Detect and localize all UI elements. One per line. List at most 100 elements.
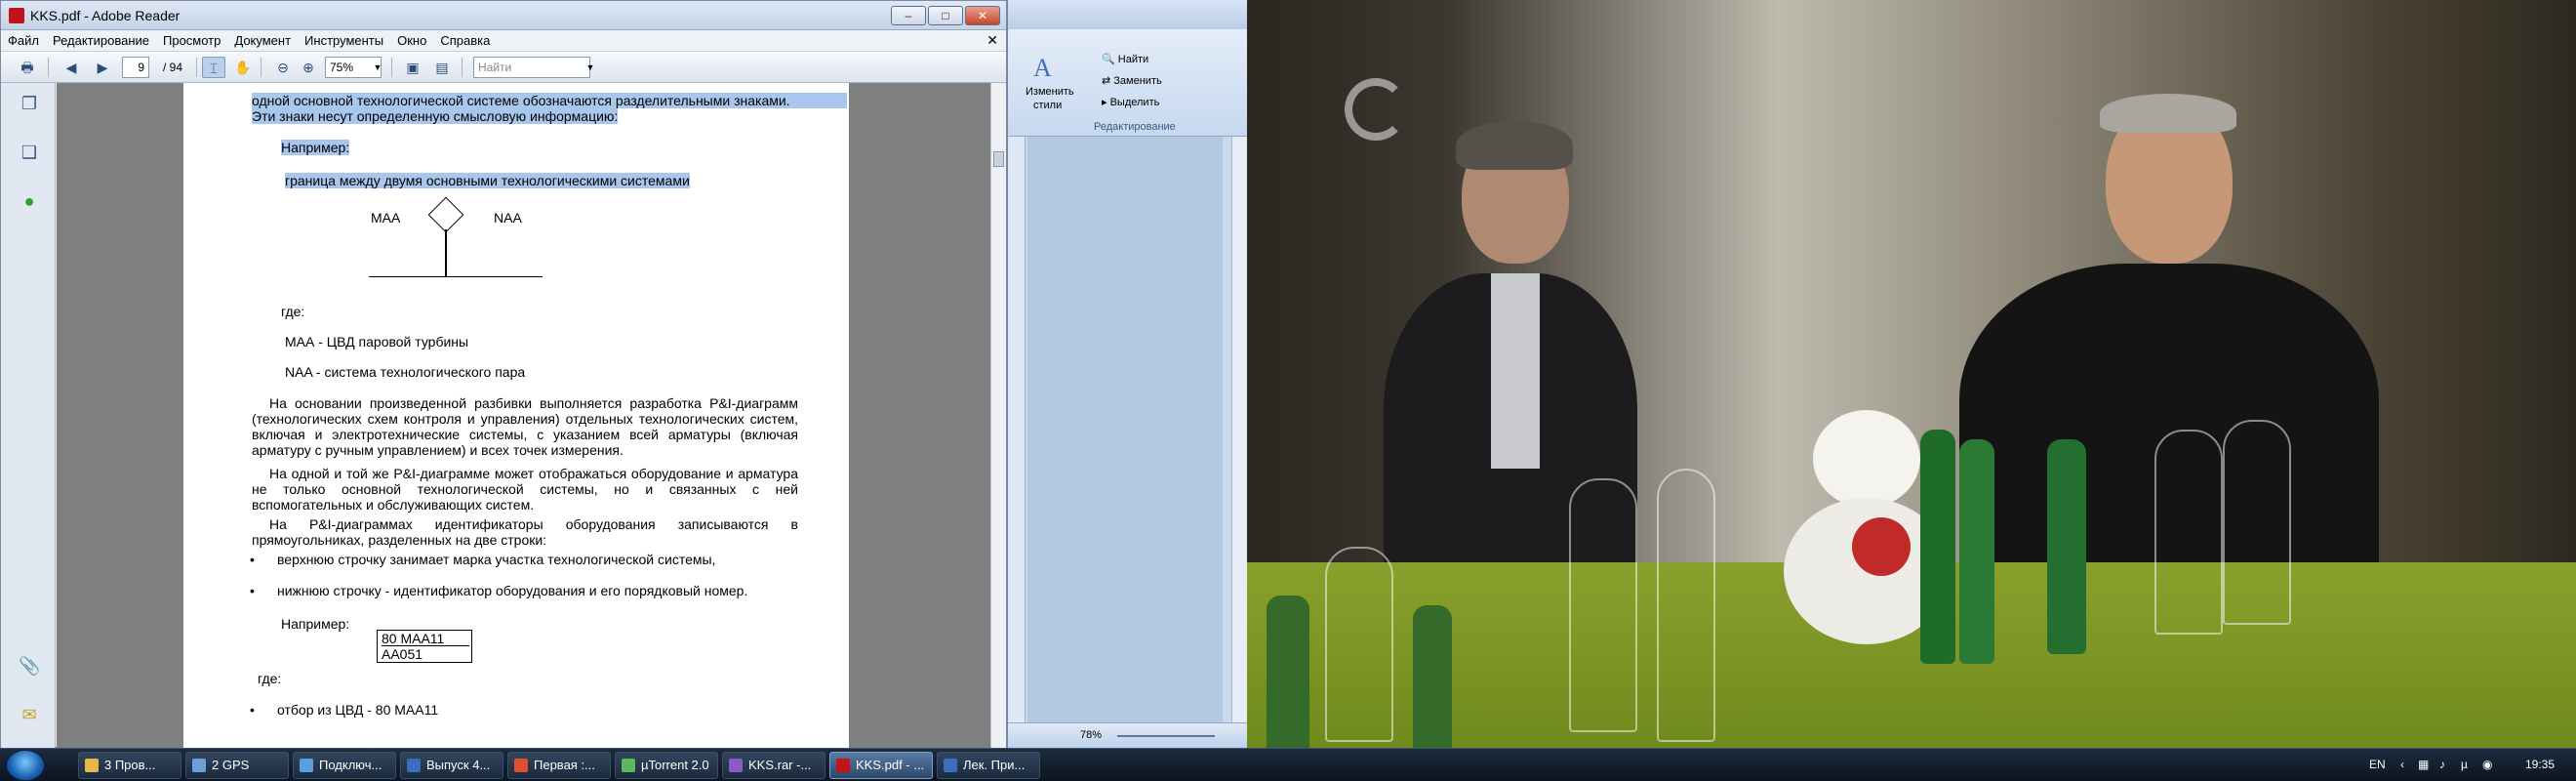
taskbar-app-icon — [514, 759, 528, 772]
select-tool-icon[interactable]: ⌶ — [202, 57, 225, 78]
taskbar-item[interactable]: Первая :... — [507, 752, 611, 779]
bullet-icon: • — [250, 702, 255, 718]
taskbar-item[interactable]: Подключ... — [293, 752, 396, 779]
taskbar-item-label: 2 GPS — [212, 758, 250, 772]
hand-tool-icon[interactable]: ✋ — [231, 57, 255, 78]
system-tray: EN ‹ ▦ ♪ µ ◉ 19:35 — [2361, 749, 2576, 781]
page-number-input[interactable]: 9 — [122, 57, 149, 78]
taskbar-item-label: KKS.rar -... — [748, 758, 812, 772]
tray-expand-icon[interactable]: ‹ — [2400, 758, 2404, 771]
video-frame[interactable] — [1247, 0, 2576, 748]
previous-page-icon[interactable]: ◀ — [60, 57, 83, 78]
menu-edit[interactable]: Редактирование — [46, 30, 156, 51]
comments-icon[interactable]: ✉ — [19, 704, 40, 725]
clock[interactable]: 19:35 — [2525, 758, 2555, 771]
taskbar: 3 Пров... 2 GPS Подключ... Выпуск 4... П… — [0, 748, 2576, 781]
start-button[interactable] — [6, 750, 45, 781]
text-line: нижнюю строчку - идентификатор оборудова… — [277, 583, 748, 598]
taskbar-item[interactable]: KKS.rar -... — [722, 752, 825, 779]
maximize-button[interactable]: □ — [928, 6, 963, 25]
minimize-button[interactable]: – — [891, 6, 926, 25]
close-button[interactable]: ✕ — [965, 6, 1000, 25]
text-line: верхнюю строчку занимает марка участка т… — [277, 552, 716, 567]
text-line: NAA - система технологического пара — [285, 364, 526, 380]
replace-button[interactable]: ⇄ Заменить — [1102, 74, 1162, 87]
navigation-panel: ❐ ❑ ● 📎 ✉ — [1, 83, 56, 749]
vertical-ruler — [1008, 137, 1026, 722]
volume-icon[interactable]: ♪ — [2439, 758, 2445, 771]
reader-titlebar[interactable]: KKS.pdf - Adobe Reader – □ ✕ — [1, 1, 1006, 30]
select-button[interactable]: ▸ Выделить — [1102, 96, 1159, 108]
bottle — [1959, 439, 1994, 664]
taskbar-app-icon — [836, 759, 850, 772]
taskbar-item[interactable]: 3 Пров... — [78, 752, 181, 779]
taskbar-item[interactable]: µTorrent 2.0 — [615, 752, 718, 779]
zoom-slider[interactable] — [1117, 735, 1215, 737]
zoom-in-icon[interactable]: ⊕ — [298, 57, 319, 78]
word-titlebar[interactable] — [1008, 0, 1247, 29]
word-window: A Изменить стили 🔍 Найти ⇄ Заменить ▸ Вы… — [1007, 0, 1247, 748]
bottle — [1267, 596, 1309, 748]
wine-glass — [1657, 469, 1715, 742]
menu-help[interactable]: Справка — [433, 30, 497, 51]
find-icon: 🔍 — [1102, 54, 1115, 65]
document-viewport[interactable]: одной основной технологической системе о… — [57, 83, 991, 749]
print-icon[interactable]: 🖶 — [15, 57, 40, 78]
text-line: Например: — [281, 616, 350, 632]
taskbar-app-icon — [300, 759, 313, 772]
taskbar-item-label: Первая :... — [534, 758, 595, 772]
antivirus-tray-icon[interactable]: ◉ — [2482, 758, 2492, 771]
document-close-icon[interactable]: ✕ — [986, 32, 998, 49]
reader-toolbar: 🖶 ◀ ▶ 9 / 94 ⌶ ✋ ⊖ ⊕ 75% ▼ ▣ ▤ Найти ▼ — [1, 52, 1006, 83]
help-icon[interactable]: ● — [19, 190, 40, 212]
text-line: где: — [258, 671, 282, 686]
diagram-baseline — [369, 276, 543, 277]
taskbar-item[interactable]: Лек. При... — [937, 752, 1040, 779]
fit-page-icon[interactable]: ▣ — [401, 57, 424, 78]
taskbar-item[interactable]: 2 GPS — [185, 752, 289, 779]
bookmarks-icon[interactable]: ❑ — [19, 142, 40, 163]
find-button[interactable]: 🔍 Найти — [1102, 53, 1148, 65]
change-styles-icon[interactable]: A — [1033, 55, 1061, 82]
find-input[interactable]: Найти — [473, 57, 590, 78]
taskbar-item[interactable]: Выпуск 4... — [400, 752, 503, 779]
adobe-reader-icon — [9, 8, 24, 23]
attachments-icon[interactable]: 📎 — [19, 655, 40, 677]
taskbar-app-icon — [85, 759, 99, 772]
word-document-area[interactable] — [1027, 137, 1223, 722]
menu-window[interactable]: Окно — [390, 30, 433, 51]
text-line: где: — [281, 304, 305, 319]
text-line: граница между двумя основными технологич… — [285, 173, 690, 188]
taskbar-app-icon — [407, 759, 421, 772]
language-indicator[interactable]: EN — [2369, 758, 2386, 771]
find-dropdown-icon[interactable]: ▼ — [584, 57, 596, 78]
taskbar-app-icon — [622, 759, 635, 772]
diagram-label-left: МАА — [371, 210, 401, 226]
next-page-icon[interactable]: ▶ — [91, 57, 114, 78]
word-scrollbar[interactable] — [1231, 137, 1247, 722]
document-scrollbar[interactable] — [990, 83, 1006, 749]
zoom-dropdown-icon[interactable]: ▼ — [372, 57, 383, 78]
change-styles-label-2[interactable]: стили — [1033, 100, 1062, 111]
scrollbar-thumb[interactable] — [993, 151, 1004, 167]
zoom-out-icon[interactable]: ⊖ — [272, 57, 294, 78]
paragraph: На P&I-диаграммах идентификаторы оборудо… — [252, 516, 798, 548]
menu-view[interactable]: Просмотр — [156, 30, 227, 51]
wine-glass — [1325, 547, 1393, 742]
page-total: / 94 — [162, 61, 182, 74]
menu-file[interactable]: Файл — [1, 30, 46, 51]
pages-icon[interactable]: ❐ — [19, 93, 40, 114]
menu-tools[interactable]: Инструменты — [298, 30, 390, 51]
network-icon[interactable]: ▦ — [2418, 758, 2429, 771]
menu-document[interactable]: Документ — [227, 30, 298, 51]
bottle — [1920, 430, 1955, 664]
fit-width-icon[interactable]: ▤ — [430, 57, 454, 78]
wine-glass — [2223, 420, 2291, 625]
editing-group-label: Редактирование — [1094, 121, 1176, 133]
adobe-reader-window: KKS.pdf - Adobe Reader – □ ✕ Файл Редакти… — [0, 0, 1007, 749]
zoom-level[interactable]: 78% — [1080, 729, 1102, 741]
utorrent-tray-icon[interactable]: µ — [2461, 758, 2468, 771]
change-styles-label[interactable]: Изменить — [1026, 86, 1074, 98]
taskbar-item-active[interactable]: KKS.pdf - ... — [829, 752, 933, 779]
identifier-box-top: 80 MAA11 — [382, 631, 469, 646]
